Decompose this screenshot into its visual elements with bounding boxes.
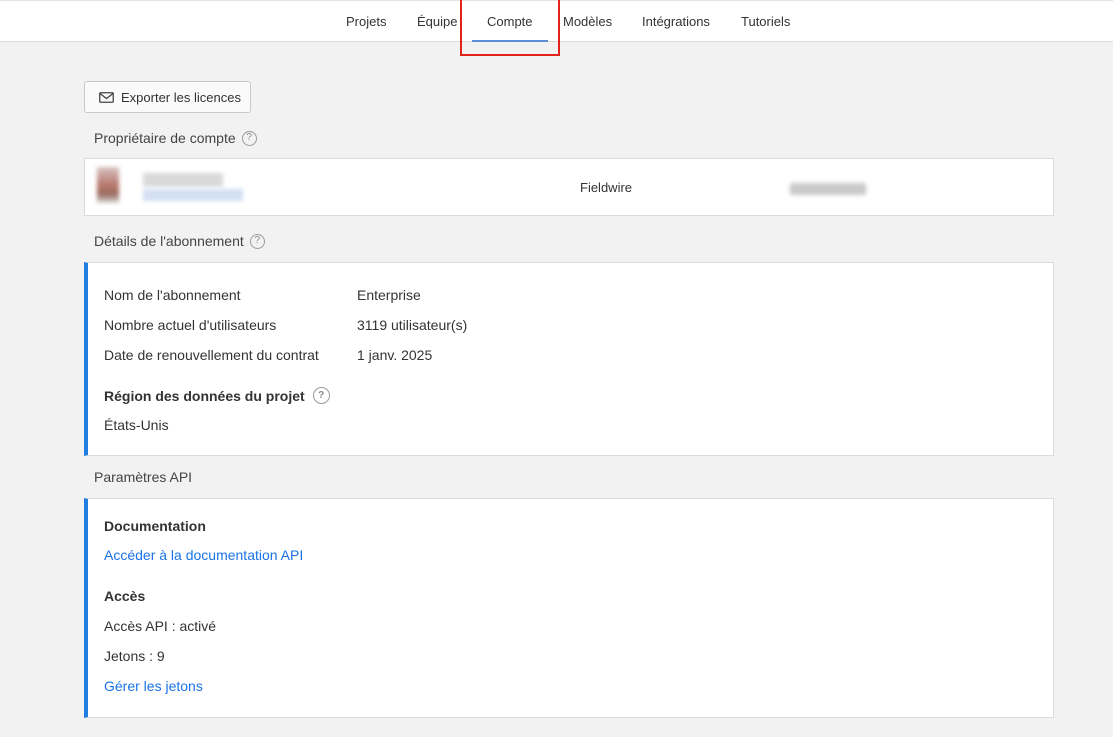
data-region-title: Région des données du projet ? xyxy=(104,387,330,404)
api-section-title: Paramètres API xyxy=(94,469,193,485)
renewal-date-label: Date de renouvellement du contrat xyxy=(104,347,319,363)
user-count-label: Nombre actuel d'utilisateurs xyxy=(104,317,277,333)
owner-card: Fieldwire xyxy=(84,158,1054,216)
tab-compte[interactable]: Compte xyxy=(472,1,547,42)
export-licenses-label: Exporter les licences xyxy=(121,89,241,105)
avatar xyxy=(97,167,119,203)
owner-company: Fieldwire xyxy=(580,180,633,195)
export-licenses-button[interactable]: Exporter les licences xyxy=(84,81,251,113)
tab-integrations[interactable]: Intégrations xyxy=(642,1,710,42)
renewal-date-value: 1 janv. 2025 xyxy=(357,347,433,363)
token-count: Jetons : 9 xyxy=(104,648,165,664)
documentation-title: Documentation xyxy=(104,518,206,534)
help-icon[interactable]: ? xyxy=(312,387,330,404)
owner-email-redacted xyxy=(143,189,243,201)
owner-phone-redacted xyxy=(790,183,866,195)
help-icon[interactable]: ? xyxy=(241,130,257,146)
manage-tokens-link[interactable]: Gérer les jetons xyxy=(104,678,203,694)
user-count-value: 3119 utilisateur(s) xyxy=(357,317,468,333)
mail-icon xyxy=(99,91,114,103)
subscription-name-value: Enterprise xyxy=(357,287,421,303)
tab-modeles[interactable]: Modèles xyxy=(563,1,612,42)
owner-name-redacted xyxy=(143,173,223,187)
tab-projets[interactable]: Projets xyxy=(346,1,386,42)
top-navigation: Projets Équipe Compte Modèles Intégratio… xyxy=(0,0,1113,42)
data-region-value: États-Unis xyxy=(104,417,169,433)
tab-tutoriels[interactable]: Tutoriels xyxy=(741,1,790,42)
help-icon[interactable]: ? xyxy=(249,233,265,249)
api-documentation-link[interactable]: Accéder à la documentation API xyxy=(104,547,303,563)
subscription-card: Nom de l'abonnement Enterprise Nombre ac… xyxy=(84,262,1054,456)
tab-equipe[interactable]: Équipe xyxy=(417,1,457,42)
access-title: Accès xyxy=(104,588,146,604)
api-card: Documentation Accéder à la documentation… xyxy=(84,498,1054,718)
owner-section-title: Propriétaire de compte ? xyxy=(94,130,257,146)
subscription-section-title: Détails de l'abonnement ? xyxy=(94,233,265,249)
api-access-status: Accès API : activé xyxy=(104,618,217,634)
subscription-name-label: Nom de l'abonnement xyxy=(104,287,241,303)
